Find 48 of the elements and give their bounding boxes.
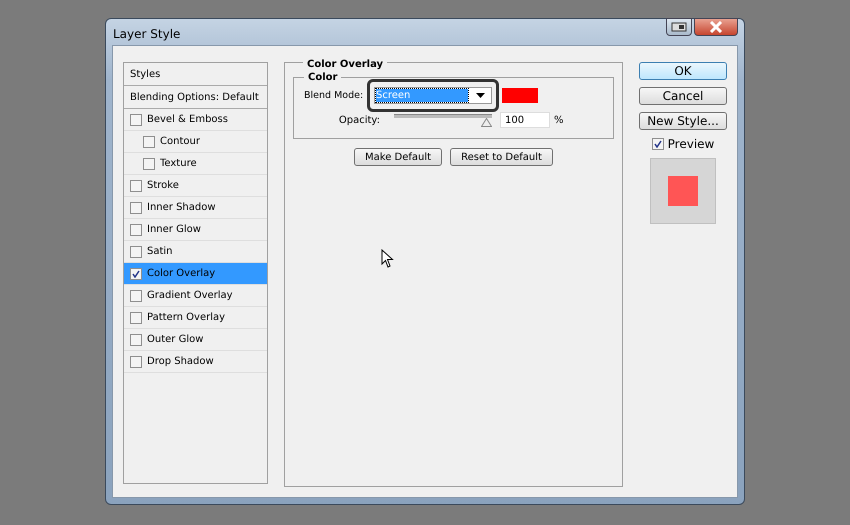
caret-icon bbox=[476, 93, 485, 98]
cursor-icon bbox=[381, 249, 395, 269]
close-button[interactable] bbox=[694, 18, 738, 36]
restore-button[interactable] bbox=[666, 18, 692, 36]
slider-thumb[interactable] bbox=[481, 118, 492, 126]
dialog-button[interactable]: New Style... bbox=[639, 112, 727, 130]
preview-label: Preview bbox=[668, 137, 714, 151]
style-list-item[interactable]: Styles bbox=[124, 63, 267, 86]
checkbox[interactable] bbox=[130, 224, 142, 236]
opacity-field[interactable]: 100 bbox=[500, 112, 550, 128]
checkbox[interactable] bbox=[143, 158, 155, 170]
style-list-item[interactable]: Pattern Overlay bbox=[124, 307, 267, 329]
window-title: Layer Style bbox=[113, 27, 180, 41]
default-button[interactable]: Reset to Default bbox=[450, 148, 553, 166]
style-list-item[interactable]: Blending Options: Default bbox=[124, 86, 267, 109]
field-label: Opacity: bbox=[338, 114, 380, 126]
checkbox[interactable] bbox=[130, 334, 142, 346]
preview-swatch bbox=[668, 176, 698, 206]
checkbox[interactable] bbox=[130, 268, 142, 280]
style-list-item[interactable]: Contour bbox=[124, 131, 267, 153]
style-list-item[interactable]: Color Overlay bbox=[124, 263, 267, 285]
style-list-item[interactable]: Inner Glow bbox=[124, 219, 267, 241]
close-icon bbox=[709, 21, 723, 33]
checkbox[interactable] bbox=[130, 312, 142, 324]
style-list-item[interactable]: Drop Shadow bbox=[124, 351, 267, 373]
color-swatch[interactable] bbox=[502, 88, 538, 103]
window-icon bbox=[671, 22, 687, 32]
checkbox[interactable] bbox=[130, 246, 142, 258]
default-button[interactable]: Make Default bbox=[354, 148, 442, 166]
checkbox[interactable] bbox=[143, 136, 155, 148]
style-list-item[interactable]: Stroke bbox=[124, 175, 267, 197]
section-title: Color Overlay bbox=[303, 59, 388, 70]
style-list-item[interactable]: Texture bbox=[124, 153, 267, 175]
dialog-button[interactable]: Cancel bbox=[639, 87, 727, 105]
dialog-button[interactable]: OK bbox=[639, 62, 727, 80]
checkbox[interactable] bbox=[130, 114, 142, 126]
style-list-item[interactable]: Gradient Overlay bbox=[124, 285, 267, 307]
group-title: Color bbox=[304, 72, 342, 83]
style-list-item[interactable]: Outer Glow bbox=[124, 329, 267, 351]
field-label: Blend Mode: bbox=[304, 90, 364, 101]
checkbox[interactable] bbox=[130, 356, 142, 368]
checkbox[interactable] bbox=[130, 290, 142, 302]
unit-label: % bbox=[554, 114, 564, 126]
preview-checkbox[interactable] bbox=[652, 138, 664, 150]
style-list-item[interactable]: Bevel & Emboss bbox=[124, 109, 267, 131]
checkbox[interactable] bbox=[130, 180, 142, 192]
checkbox[interactable] bbox=[130, 202, 142, 214]
style-list-item[interactable]: Inner Shadow bbox=[124, 197, 267, 219]
